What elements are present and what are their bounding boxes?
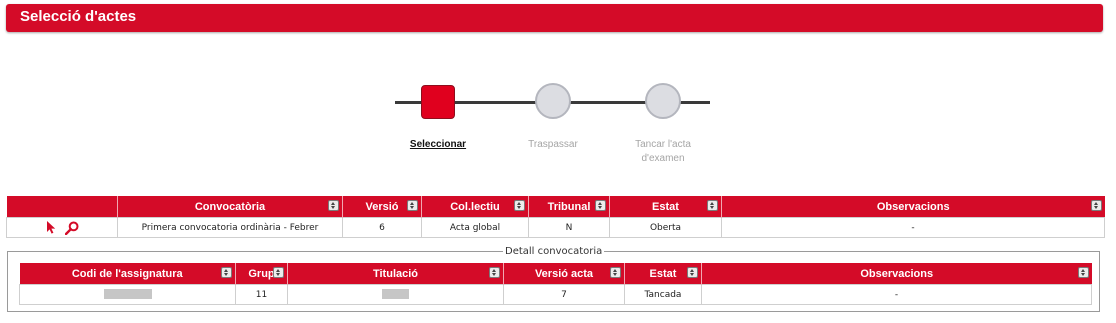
col-label: Grup	[248, 267, 275, 280]
col-label: Tribunal	[547, 200, 591, 213]
row-actions	[6, 217, 118, 238]
col-label: Estat	[649, 267, 677, 280]
magnifier-icon[interactable]	[64, 221, 79, 235]
col-convocatoria[interactable]: Convocatòria	[117, 196, 343, 218]
col-label: Versió	[365, 200, 399, 213]
col-observacions[interactable]: Observacions	[701, 263, 1092, 285]
cell-estat: Oberta	[609, 217, 722, 238]
col-label: Observacions	[860, 267, 934, 280]
cell-observacions: -	[701, 284, 1092, 305]
detail-table: Codi de l'assignatura Grup Titulació Ver…	[19, 263, 1092, 305]
col-label: Codi de l'assignatura	[71, 267, 183, 280]
cell-titulacio	[287, 284, 504, 305]
cell-versio: 6	[342, 217, 422, 238]
cell-estat: Tancada	[624, 284, 702, 305]
cell-convocatoria: Primera convocatoria ordinària - Febrer	[117, 217, 343, 238]
step-traspassar-marker	[535, 83, 571, 119]
page-title: Selecció d'actes	[20, 8, 137, 25]
sort-icon[interactable]	[595, 200, 606, 211]
cell-tribunal: N	[528, 217, 610, 238]
col-label: Observacions	[876, 200, 950, 213]
col-label: Col.lectiu	[450, 200, 500, 213]
step-seleccionar-label[interactable]: Seleccionar	[398, 138, 478, 152]
col-estat[interactable]: Estat	[624, 263, 702, 285]
actes-header-row: Convocatòria Versió Col.lectiu Tribunal …	[6, 196, 1105, 218]
actes-table: Convocatòria Versió Col.lectiu Tribunal …	[6, 196, 1105, 238]
col-collectiu[interactable]: Col.lectiu	[421, 196, 529, 218]
cell-collectiu: Acta global	[421, 217, 529, 238]
detail-legend: Detall convocatoria	[505, 246, 603, 257]
wizard-steps: Seleccionar Traspassar Tancar l'acta d'e…	[395, 80, 715, 180]
col-observacions[interactable]: Observacions	[721, 196, 1105, 218]
col-label: Versió acta	[534, 267, 594, 280]
cell-grup: 11	[235, 284, 288, 305]
cell-codi	[19, 284, 236, 305]
sort-icon[interactable]	[1090, 200, 1102, 211]
step-tancar-marker	[645, 83, 681, 119]
sort-icon[interactable]	[221, 267, 232, 278]
col-grup[interactable]: Grup	[235, 263, 288, 285]
page-header: Selecció d'actes	[6, 4, 1103, 32]
col-codi[interactable]: Codi de l'assignatura	[19, 263, 236, 285]
col-label: Convocatòria	[194, 200, 266, 213]
col-versio[interactable]: Versió	[342, 196, 422, 218]
sort-icon[interactable]	[610, 267, 621, 278]
step-seleccionar-marker[interactable]	[421, 85, 455, 119]
col-label: Titulació	[372, 267, 419, 280]
sort-icon[interactable]	[707, 200, 718, 211]
sort-icon[interactable]	[687, 267, 698, 278]
col-actions	[6, 196, 118, 218]
sort-icon[interactable]	[273, 267, 284, 278]
table-row: 11 7 Tancada -	[19, 284, 1092, 305]
col-tribunal[interactable]: Tribunal	[528, 196, 610, 218]
cell-observacions: -	[721, 217, 1105, 238]
col-titulacio[interactable]: Titulació	[287, 263, 504, 285]
cursor-icon[interactable]	[46, 221, 57, 234]
table-row[interactable]: Primera convocatoria ordinària - Febrer …	[6, 217, 1105, 238]
sort-icon[interactable]	[328, 200, 339, 211]
sort-icon[interactable]	[514, 200, 525, 211]
sort-icon[interactable]	[1077, 267, 1089, 278]
sort-icon[interactable]	[489, 267, 500, 278]
detail-header-row: Codi de l'assignatura Grup Titulació Ver…	[19, 263, 1092, 285]
step-traspassar-label: Traspassar	[528, 139, 578, 150]
cell-versio-acta: 7	[503, 284, 625, 305]
redacted-block	[103, 289, 152, 300]
step-tancar-label: Tancar l'acta d'examen	[635, 139, 691, 164]
col-label: Estat	[652, 200, 679, 213]
redacted-block	[382, 289, 409, 300]
col-versio-acta[interactable]: Versió acta	[503, 263, 625, 285]
col-estat[interactable]: Estat	[609, 196, 722, 218]
sort-icon[interactable]	[407, 200, 418, 211]
